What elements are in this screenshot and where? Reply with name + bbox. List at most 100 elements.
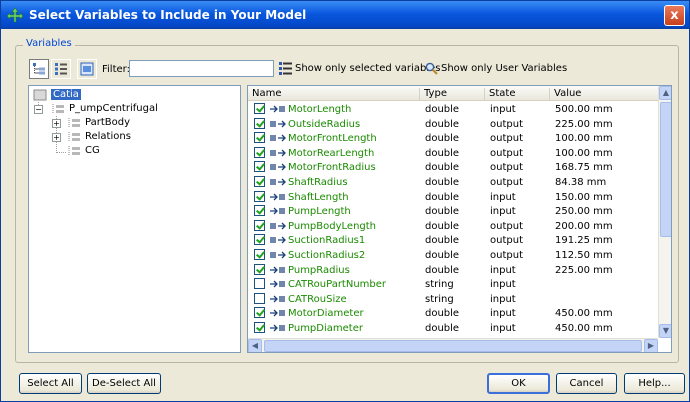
row-checkbox[interactable] — [254, 292, 265, 304]
variable-value: 250.00 mm — [555, 206, 613, 218]
table-row[interactable]: MotorDiameter double input 450.00 mm — [248, 306, 658, 320]
table-row[interactable]: MotorFrontRadius double output 168.75 mm — [248, 160, 658, 174]
variable-type: string — [425, 293, 454, 305]
tree-label-relations[interactable]: Relations — [85, 131, 131, 142]
table-row[interactable]: PumpRadius double input 225.00 mm — [248, 263, 658, 277]
help-button[interactable]: Help... — [624, 373, 685, 394]
show-selected-button[interactable]: Show only selected variables — [279, 60, 440, 78]
vertical-scrollbar[interactable]: ▲ ▼ — [658, 86, 671, 338]
variable-value: 500.00 mm — [555, 104, 613, 115]
collapse-icon[interactable]: − — [34, 105, 43, 114]
close-button[interactable]: x — [664, 5, 685, 26]
column-header-type[interactable]: Type — [420, 88, 485, 101]
variable-value: 191.25 mm — [555, 235, 613, 247]
column-header-state[interactable]: State — [485, 88, 550, 101]
show-user-variables-button[interactable]: Show only User Variables — [425, 60, 567, 78]
magnifier-icon — [425, 62, 438, 75]
variable-value: 100.00 mm — [555, 147, 613, 159]
table-row[interactable]: SuctionRadius1 double output 191.25 mm — [248, 233, 658, 247]
tree-label-product[interactable]: P_umpCentrifugal — [69, 103, 158, 114]
tree-view-button[interactable] — [29, 59, 49, 79]
row-checkbox[interactable] — [254, 176, 265, 187]
table-row[interactable]: PumpBodyLength double output 200.00 mm — [248, 219, 658, 233]
filter-label: Filter: — [102, 64, 130, 75]
variable-state: output — [490, 133, 523, 145]
row-checkbox[interactable] — [254, 249, 265, 260]
table-row[interactable]: SuctionRadius2 double output 112.50 mm — [248, 248, 658, 262]
deselect-all-button[interactable]: De-Select All — [87, 373, 161, 394]
catalog-view-button[interactable] — [77, 59, 97, 79]
column-header-name[interactable]: Name — [248, 88, 420, 101]
scroll-up-icon[interactable]: ▲ — [659, 86, 671, 100]
row-checkbox[interactable] — [254, 146, 265, 158]
row-checkbox[interactable] — [254, 219, 265, 231]
ok-button[interactable]: OK — [487, 373, 550, 394]
filter-input[interactable] — [129, 60, 274, 77]
table-row[interactable]: MotorFrontLength double output 100.00 mm — [248, 131, 658, 145]
horizontal-scroll-thumb[interactable] — [264, 340, 642, 352]
horizontal-scrollbar[interactable]: ◀ ▶ — [248, 338, 658, 352]
row-checkbox[interactable] — [254, 190, 265, 202]
cancel-button[interactable]: Cancel — [556, 373, 617, 394]
show-user-label[interactable]: Show only User Variables — [441, 63, 567, 74]
vertical-scroll-thumb[interactable] — [660, 102, 671, 237]
table-row[interactable]: CATRouPartNumber string input — [248, 277, 658, 291]
tree-label-catia[interactable]: Catia — [51, 89, 81, 100]
show-selected-label[interactable]: Show only selected variables — [295, 63, 440, 74]
variable-value: 150.00 mm — [555, 191, 613, 203]
variable-name: MotorRearLength — [288, 147, 375, 159]
table-row[interactable]: ShaftLength double input 150.00 mm — [248, 190, 658, 204]
table-row[interactable]: PumpDiameter double input 450.00 mm — [248, 321, 658, 335]
output-arrow-icon — [270, 134, 286, 142]
row-checkbox[interactable] — [254, 307, 265, 319]
row-checkbox[interactable] — [254, 103, 265, 114]
scroll-left-icon[interactable]: ◀ — [248, 339, 262, 352]
variable-name: PumpRadius — [288, 264, 350, 276]
variable-name: PumpBodyLength — [288, 220, 377, 232]
variables-group-label: Variables — [23, 38, 75, 49]
row-checkbox[interactable] — [254, 117, 265, 129]
variable-value: 450.00 mm — [555, 308, 613, 320]
variable-state: output — [490, 147, 523, 159]
column-header-value[interactable]: Value — [550, 88, 658, 101]
row-checkbox[interactable] — [254, 205, 265, 217]
table-row[interactable]: OutsideRadius double output 225.00 mm — [248, 117, 658, 131]
table-row[interactable]: MotorRearLength double output 100.00 mm — [248, 146, 658, 160]
variable-state: input — [490, 279, 516, 291]
variables-tree[interactable]: Catia − P_umpCentrifugal + PartBody + Re… — [28, 85, 241, 353]
list-view-icon — [55, 63, 67, 75]
variable-name: SuctionRadius2 — [288, 250, 366, 261]
row-checkbox[interactable] — [254, 263, 265, 275]
row-checkbox[interactable] — [254, 234, 265, 246]
variable-state: input — [490, 206, 516, 218]
list-icon — [279, 62, 292, 75]
variable-state: input — [490, 323, 516, 334]
scroll-down-icon[interactable]: ▼ — [659, 324, 671, 338]
select-all-button[interactable]: Select All — [19, 373, 82, 394]
title-bar[interactable]: Select Variables to Include in Your Mode… — [1, 1, 689, 29]
expand-icon[interactable]: + — [52, 119, 61, 128]
table-row[interactable]: PumpLength double input 250.00 mm — [248, 204, 658, 218]
tree-label-cg[interactable]: CG — [85, 145, 100, 156]
input-arrow-icon — [270, 295, 285, 303]
variable-type: double — [425, 323, 460, 334]
variable-type: double — [425, 191, 460, 203]
list-view-button[interactable] — [51, 59, 71, 79]
row-checkbox[interactable] — [254, 132, 265, 144]
table-row[interactable]: ShaftRadius double output 84.38 mm — [248, 175, 658, 189]
scroll-right-icon[interactable]: ▶ — [644, 339, 658, 352]
table-row[interactable]: CATRouSize string input — [248, 292, 658, 306]
variable-type: double — [425, 118, 460, 130]
variables-table[interactable]: Name Type State Value MotorLength double i… — [247, 85, 672, 353]
variable-value: 225.00 mm — [555, 264, 613, 276]
table-row[interactable]: MotorLength double input 500.00 mm — [248, 102, 658, 116]
variable-name: OutsideRadius — [288, 118, 361, 130]
row-checkbox[interactable] — [254, 278, 265, 290]
tree-label-partbody[interactable]: PartBody — [85, 117, 130, 128]
variables-icon — [7, 7, 23, 23]
product-icon — [52, 104, 64, 114]
row-checkbox[interactable] — [254, 322, 265, 333]
expand-icon[interactable]: + — [52, 133, 61, 142]
row-checkbox[interactable] — [254, 161, 265, 173]
close-icon[interactable]: x — [670, 8, 678, 23]
